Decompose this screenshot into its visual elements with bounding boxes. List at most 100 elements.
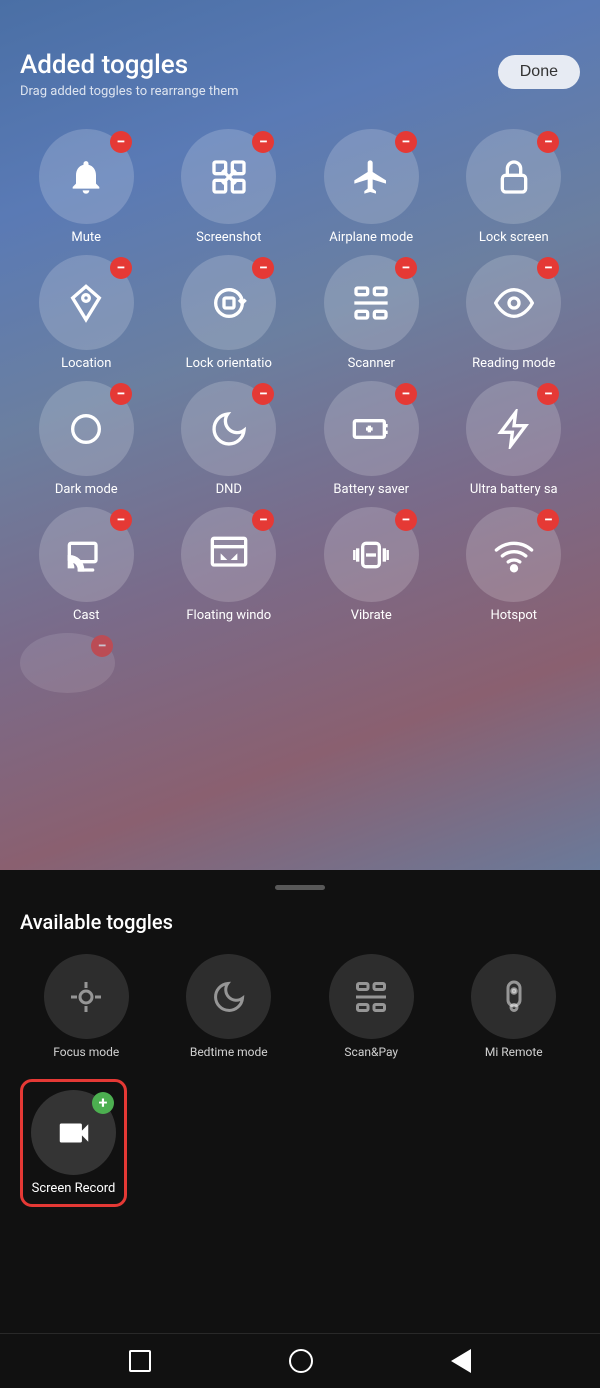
available-label-mi-remote: Mi Remote [485,1045,543,1059]
toggle-label-lock-screen: Lock screen [479,230,549,245]
scanner-icon [351,283,391,323]
remove-badge-location[interactable]: − [110,257,132,279]
toggle-label-dark-mode: Dark mode [55,482,118,497]
toggle-circle-dnd: − [181,381,276,476]
toggle-label-location: Location [61,356,111,371]
toggle-item-ultra-battery[interactable]: − Ultra battery sa [448,381,581,497]
toggle-label-reading-mode: Reading mode [472,356,555,371]
toggle-label-dnd: DND [216,482,242,497]
remove-badge-vibrate[interactable]: − [395,509,417,531]
toggle-label-lock-orientation: Lock orientatio [186,356,272,371]
mi-remote-icon [496,979,532,1015]
toggle-item-floating-window[interactable]: − Floating windo [163,507,296,623]
nav-bar [0,1333,600,1388]
toggle-circle-reading-mode: − [466,255,561,350]
toggle-circle-screenshot: − [181,129,276,224]
available-item-mi-remote[interactable]: Mi Remote [448,954,581,1059]
remove-badge-screenshot[interactable]: − [252,131,274,153]
toggle-item-partial[interactable]: − [20,633,115,693]
home-button[interactable] [289,1349,313,1373]
screen-record-item[interactable]: + Screen Record [31,1090,116,1196]
available-item-bedtime-mode[interactable]: Bedtime mode [163,954,296,1059]
toggle-circle-battery-saver: − [324,381,419,476]
remove-badge-lock-screen[interactable]: − [537,131,559,153]
remove-badge-battery-saver[interactable]: − [395,383,417,405]
floating-window-icon [209,535,249,575]
vibrate-icon [351,535,391,575]
toggle-circle-scanner: − [324,255,419,350]
toggle-item-cast[interactable]: − Cast [20,507,153,623]
added-toggles-section: Added toggles Drag added toggles to rear… [0,0,600,870]
toggle-circle-ultra-battery: − [466,381,561,476]
toggle-item-vibrate[interactable]: − Vibrate [305,507,438,623]
toggle-item-reading-mode[interactable]: − Reading mode [448,255,581,371]
add-badge-screen-record: + [92,1092,114,1114]
back-button[interactable] [451,1349,471,1373]
toggle-item-location[interactable]: − Location [20,255,153,371]
lock-icon [494,157,534,197]
available-section-title: Available toggles [20,910,580,934]
toggle-circle-floating-window: − [181,507,276,602]
remove-badge-mute[interactable]: − [110,131,132,153]
drag-handle [275,885,325,890]
toggle-label-ultra-battery: Ultra battery sa [470,482,558,497]
orientation-icon [209,283,249,323]
remove-badge-ultra-battery[interactable]: − [537,383,559,405]
toggle-item-battery-saver[interactable]: − Battery saver [305,381,438,497]
toggle-label-airplane: Airplane mode [329,230,413,245]
toggle-circle-lock-orientation: − [181,255,276,350]
recents-button[interactable] [129,1350,151,1372]
toggle-label-cast: Cast [73,608,100,623]
toggle-item-dnd[interactable]: − DND [163,381,296,497]
screen-record-icon [55,1114,93,1152]
available-toggles-section: Available toggles Focus mode Bedtime mod… [0,870,600,1333]
remove-badge-scanner[interactable]: − [395,257,417,279]
battery-icon [351,409,391,449]
toggle-item-lock-screen[interactable]: − Lock screen [448,129,581,245]
header-text: Added toggles Drag added toggles to rear… [20,50,239,99]
remove-badge-cast[interactable]: − [110,509,132,531]
remove-badge-lock-orientation[interactable]: − [252,257,274,279]
hotspot-icon [494,535,534,575]
toggle-circle-partial: − [20,633,115,693]
toggle-label-mute: Mute [71,230,101,245]
remove-badge-hotspot[interactable]: − [537,509,559,531]
toggle-circle-dark-mode: − [39,381,134,476]
airplane-icon [351,157,391,197]
remove-badge-airplane[interactable]: − [395,131,417,153]
toggle-item-dark-mode[interactable]: − Dark mode [20,381,153,497]
available-label-focus-mode: Focus mode [53,1045,119,1059]
toggle-label-screenshot: Screenshot [196,230,261,245]
scan-pay-icon [353,979,389,1015]
toggle-item-airplane[interactable]: − Airplane mode [305,129,438,245]
toggle-item-hotspot[interactable]: − Hotspot [448,507,581,623]
toggle-item-mute[interactable]: − Mute [20,129,153,245]
cast-icon [66,535,106,575]
toggle-item-screenshot[interactable]: − Screenshot [163,129,296,245]
remove-badge-partial[interactable]: − [91,635,113,657]
screen-record-wrapper[interactable]: + Screen Record [20,1079,127,1207]
toggle-item-lock-orientation[interactable]: − Lock orientatio [163,255,296,371]
available-circle-scan-pay [329,954,414,1039]
done-button[interactable]: Done [498,55,580,89]
remove-badge-dark-mode[interactable]: − [110,383,132,405]
remove-badge-floating-window[interactable]: − [252,509,274,531]
page-subtitle: Drag added toggles to rearrange them [20,84,239,99]
toggle-item-scanner[interactable]: − Scanner [305,255,438,371]
remove-badge-dnd[interactable]: − [252,383,274,405]
page-title: Added toggles [20,50,239,80]
toggle-label-floating-window: Floating windo [186,608,271,623]
focus-mode-icon [68,979,104,1015]
toggle-label-battery-saver: Battery saver [333,482,409,497]
available-item-focus-mode[interactable]: Focus mode [20,954,153,1059]
available-item-scan-pay[interactable]: Scan&Pay [305,954,438,1059]
remove-badge-reading-mode[interactable]: − [537,257,559,279]
available-label-scan-pay: Scan&Pay [344,1045,398,1059]
eye-icon [494,283,534,323]
screen-record-label: Screen Record [32,1181,116,1196]
toggle-circle-location: − [39,255,134,350]
dark-mode-icon [66,409,106,449]
bedtime-mode-icon [211,979,247,1015]
toggle-label-vibrate: Vibrate [351,608,392,623]
toggle-circle-lock-screen: − [466,129,561,224]
